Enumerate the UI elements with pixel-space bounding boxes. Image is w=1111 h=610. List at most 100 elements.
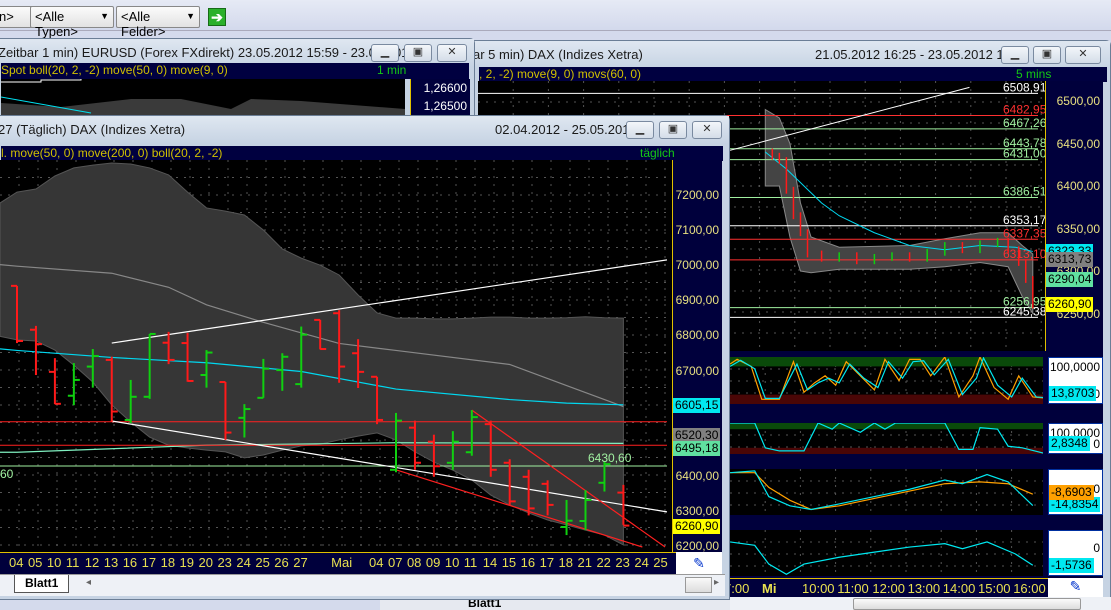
indicator-header: l. move(50, 0) move(200, 0) boll(20, 2, … bbox=[1, 146, 723, 161]
time-tick-label: 10:00 bbox=[802, 581, 835, 596]
fields-dropdown[interactable]: <Alle Felder> ▼ bbox=[116, 6, 200, 39]
indicator-line-cyan bbox=[730, 541, 1034, 575]
sheet-tabs-daily: Blatt1 ◂ ▸ bbox=[0, 574, 725, 596]
date-tick-label: 16 bbox=[122, 555, 138, 570]
date-tick-label: 11 bbox=[65, 555, 80, 570]
close-button[interactable]: ✕ bbox=[692, 121, 722, 139]
price-axis-5min: 6500,00 6450,00 6400,00 6350,00 6300,00 6250,… bbox=[1045, 81, 1103, 351]
dax-daily-price-chart[interactable]: 6430,60 60 bbox=[0, 160, 672, 552]
price-tick-label: 6900,00 bbox=[675, 293, 719, 308]
eurusd-window: Zeitbar 1 min) EURUSD (Forex FXdirekt) 2… bbox=[0, 38, 475, 119]
level-label: 6430,60 bbox=[588, 451, 632, 465]
date-tick-label: 04 bbox=[9, 555, 24, 570]
maximize-button[interactable]: ▣ bbox=[404, 44, 432, 62]
price-tick-label: 6800,00 bbox=[675, 328, 719, 343]
macd-panel[interactable] bbox=[730, 469, 1043, 515]
sheet-tab-blatt1[interactable]: Blatt1 bbox=[14, 575, 70, 593]
price-badge: 6605,15 bbox=[673, 397, 721, 413]
scrollbar-thumb[interactable] bbox=[685, 577, 712, 593]
indicator-axis: 100,0000 0 13,8703 bbox=[1048, 357, 1103, 404]
horizontal-scrollbar[interactable] bbox=[730, 597, 1111, 610]
timeframe-label: 1 min bbox=[377, 63, 407, 77]
date-tick-label: 12 bbox=[84, 555, 100, 570]
time-tick-label: 14:00 bbox=[942, 581, 976, 596]
date-tick-label: 26 bbox=[274, 555, 289, 570]
price-tick-label: 6350,00 bbox=[1056, 221, 1100, 236]
minimize-button[interactable]: ▁ bbox=[371, 44, 399, 62]
chevron-down-icon: ▼ bbox=[100, 11, 109, 21]
date-tick-label: Mai bbox=[331, 555, 353, 570]
types-dropdown[interactable]: <Alle Typen> ▼ bbox=[30, 6, 114, 39]
indicator-line-orange bbox=[730, 472, 1034, 511]
minimize-button[interactable]: ▁ bbox=[1001, 46, 1029, 64]
date-tick-label: 10 bbox=[46, 555, 62, 570]
indicator-header: , 2, -2) move(9, 0) movs(60, 0) 5 mins bbox=[479, 67, 1107, 82]
draw-tool-icon[interactable]: ✎ bbox=[676, 552, 722, 574]
date-tick-label: 17 bbox=[141, 555, 157, 570]
time-tick-label: Mi bbox=[762, 581, 777, 596]
indicator-badge: 13,8703 bbox=[1049, 386, 1097, 401]
scrollbar-thumb[interactable] bbox=[853, 598, 1081, 610]
date-tick-label: 25 bbox=[255, 555, 270, 570]
price-tick-label: 6500,00 bbox=[1056, 94, 1100, 108]
indicator-axis: 100,0000 0 2,8348 bbox=[1048, 423, 1103, 454]
tab-label: Blatt1 bbox=[25, 576, 59, 590]
date-tick-label: 25 bbox=[653, 555, 668, 570]
level-label: 6467,26 bbox=[1003, 116, 1045, 130]
time-tick-label: 16:00 bbox=[1013, 581, 1046, 596]
date-tick-label: 24 bbox=[236, 555, 251, 570]
price-tick-label: 7000,00 bbox=[675, 258, 719, 273]
indicator-axis: 0 -1,5736 bbox=[1048, 530, 1103, 576]
chevron-down-icon: ▼ bbox=[186, 11, 195, 21]
close-button[interactable]: ✕ bbox=[1065, 46, 1101, 64]
maximize-button[interactable]: ▣ bbox=[1033, 46, 1061, 64]
window-titlebar[interactable]: ar 5 min) DAX (Indizes Xetra) 21.05.2012… bbox=[471, 41, 1110, 69]
price-badge: 6260,90 bbox=[1046, 297, 1094, 313]
price-tick-label: 6700,00 bbox=[675, 363, 719, 378]
indicator-header: Spot boll(20, 2, -2) move(50, 0) move(9,… bbox=[1, 63, 469, 79]
price-tick-label: 6300,00 bbox=[675, 503, 719, 518]
price-badge: 6260,90 bbox=[673, 518, 721, 534]
price-axis: 1,26600 1,26500 bbox=[410, 79, 470, 119]
window-title: Zeitbar 1 min) EURUSD (Forex FXdirekt) 2… bbox=[0, 45, 427, 60]
timeframe-label: täglich bbox=[640, 146, 675, 160]
rsi-panel[interactable] bbox=[730, 423, 1043, 454]
draw-tool-icon[interactable]: ✎ bbox=[1048, 578, 1103, 597]
axis-label: 1,26500 bbox=[423, 99, 467, 113]
scroll-left-icon[interactable]: ◂ bbox=[86, 577, 91, 588]
axis-value-top: 0 bbox=[1093, 482, 1100, 496]
maximize-button[interactable]: ▣ bbox=[659, 121, 687, 139]
date-tick-label: 16 bbox=[520, 555, 536, 570]
scroll-right-icon[interactable]: ▸ bbox=[714, 577, 719, 588]
level-label: 6337,35 bbox=[1003, 226, 1045, 240]
date-tick-label: 05 bbox=[27, 555, 43, 570]
momentum-panel[interactable] bbox=[730, 530, 1043, 576]
date-tick-label: 11 bbox=[463, 555, 478, 570]
date-axis: 04 05 10 11 12 13 16 17 18 19 20 23 24 25 26 27 Mai 04 07 0… bbox=[0, 552, 676, 574]
level-label-partial: 60 bbox=[0, 467, 14, 481]
close-button[interactable]: ✕ bbox=[437, 44, 467, 62]
date-range: 02.04.2012 - 25.05.2012 bbox=[495, 122, 637, 137]
date-tick-label: 27 bbox=[293, 555, 308, 570]
level-label: 6245,38 bbox=[1003, 304, 1045, 318]
date-tick-label: 21 bbox=[577, 555, 592, 570]
stochastic-panel[interactable] bbox=[730, 357, 1043, 404]
date-tick-label: 04 bbox=[369, 555, 384, 570]
axis-label: 1,26600 bbox=[423, 81, 467, 95]
price-badge: 6290,04 bbox=[1046, 272, 1094, 288]
indicator-list: l. move(50, 0) move(200, 0) boll(20, 2, … bbox=[1, 146, 223, 160]
price-tick-label: 6200,00 bbox=[675, 539, 719, 553]
indicator-line-cyan bbox=[730, 470, 1034, 511]
eurusd-chart[interactable] bbox=[1, 79, 405, 119]
go-button[interactable]: ➔ bbox=[208, 8, 226, 26]
bollinger-band bbox=[764, 108, 1034, 316]
time-axis: 7:00 Mi 10:00 11:00 12:00 13:00 14:00 15:00 16:0… bbox=[724, 578, 1048, 597]
date-tick-label: 19 bbox=[179, 555, 195, 570]
indicator-badge: 2,8348 bbox=[1049, 436, 1090, 451]
date-range: 21.05.2012 16:25 - 23.05.2012 16:45 bbox=[815, 47, 1029, 62]
time-tick-label: 11:00 bbox=[837, 581, 869, 596]
date-tick-label: 23 bbox=[217, 555, 232, 570]
indicator-badge: -1,5736 bbox=[1049, 558, 1094, 573]
minimize-button[interactable]: ▁ bbox=[626, 121, 654, 139]
window-titlebar[interactable]: 27 (Täglich) DAX (Indizes Xetra) 02.04.2… bbox=[0, 116, 729, 144]
